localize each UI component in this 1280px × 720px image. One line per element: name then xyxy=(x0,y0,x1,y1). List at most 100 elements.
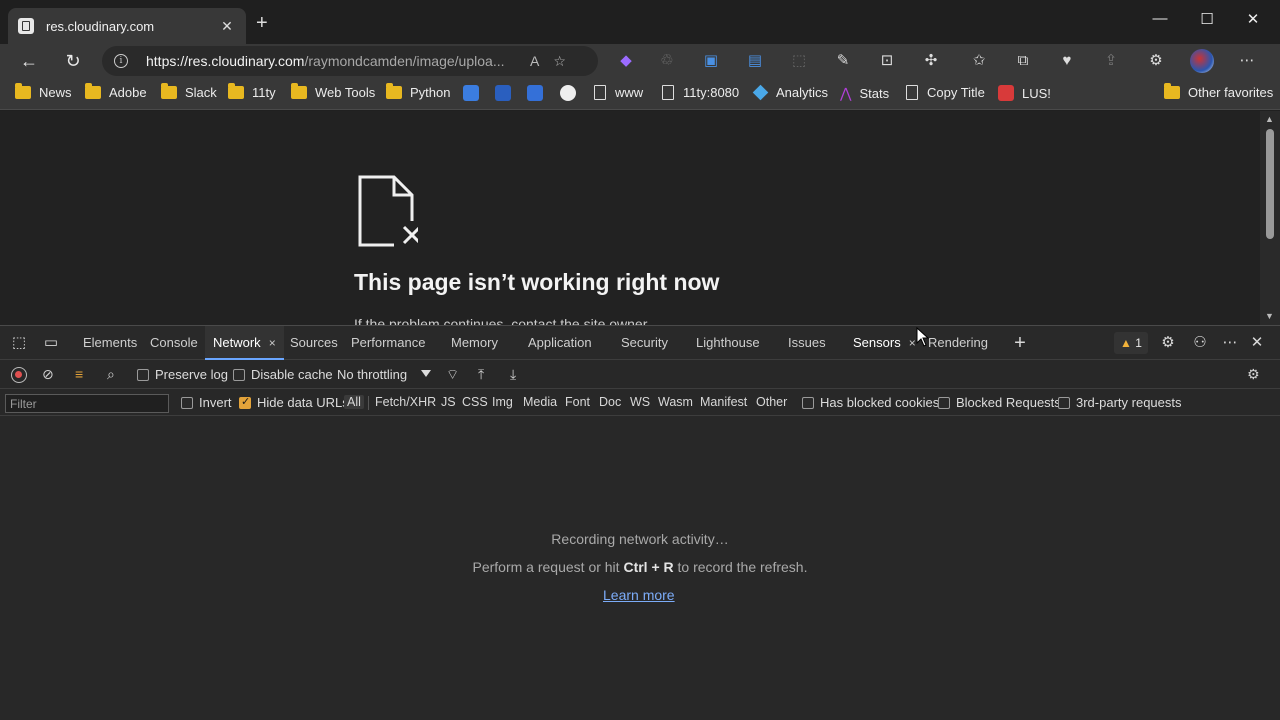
profile-avatar[interactable] xyxy=(1190,49,1214,73)
scroll-thumb[interactable] xyxy=(1266,129,1274,239)
checkbox-box[interactable] xyxy=(137,368,149,381)
search-icon[interactable]: ⌕ xyxy=(107,366,115,383)
filter-type-fetch-xhr[interactable]: Fetch/XHR xyxy=(375,395,436,409)
filter-input[interactable] xyxy=(5,394,169,413)
chevron-down-icon[interactable] xyxy=(421,370,431,377)
tab-application[interactable]: Application xyxy=(528,326,592,360)
checkbox-box[interactable] xyxy=(802,396,814,409)
issues-badge[interactable]: ▲ 1 xyxy=(1114,332,1148,354)
customize-icon[interactable]: ⚇ xyxy=(1190,334,1210,352)
filter-type-media[interactable]: Media xyxy=(523,395,557,409)
translate-icon[interactable]: ▣ xyxy=(700,50,722,72)
maximize-button[interactable]: ☐ xyxy=(1184,10,1230,28)
scroll-up-icon[interactable]: ▲ xyxy=(1265,114,1274,124)
has-blocked-cookies-checkbox[interactable]: Has blocked cookies xyxy=(802,395,939,410)
favorite-office-icon[interactable] xyxy=(495,85,519,101)
favorite-github-icon[interactable] xyxy=(560,85,584,101)
blocked-requests-checkbox[interactable]: Blocked Requests xyxy=(938,395,1061,410)
favorite-11ty[interactable]: 11ty xyxy=(228,83,276,100)
checkbox-box[interactable] xyxy=(239,395,251,409)
minimize-button[interactable]: — xyxy=(1137,10,1183,27)
tab-security[interactable]: Security xyxy=(621,326,668,360)
tab-console[interactable]: Console xyxy=(150,326,198,360)
tab-performance[interactable]: Performance xyxy=(351,326,425,360)
inspect-element-icon[interactable]: ⬚ xyxy=(9,334,29,352)
filter-type-manifest[interactable]: Manifest xyxy=(700,395,747,409)
tab-elements[interactable]: Elements xyxy=(83,326,137,360)
extension-icon[interactable]: ◆ xyxy=(615,50,637,72)
favorite-analytics[interactable]: Analytics xyxy=(752,84,828,101)
filter-toggle-icon[interactable]: ≡ xyxy=(75,366,83,382)
add-favorite-icon[interactable]: ☆ xyxy=(553,53,566,70)
network-settings-icon[interactable]: ⚙ xyxy=(1247,366,1260,383)
checkbox-box[interactable] xyxy=(938,396,950,409)
favorite-other[interactable]: Other favorites xyxy=(1164,83,1273,100)
throttling-select[interactable]: No throttling xyxy=(337,367,407,382)
tab-network-close-icon[interactable]: × xyxy=(269,336,276,350)
tab-lighthouse[interactable]: Lighthouse xyxy=(696,326,760,360)
favorite-calendar-icon[interactable] xyxy=(527,85,551,101)
favorites-icon[interactable]: ✩ xyxy=(968,50,990,72)
tab-sensors[interactable]: Sensors × xyxy=(853,326,916,360)
tab-memory[interactable]: Memory xyxy=(451,326,498,360)
screenshot-icon[interactable]: ⬚ xyxy=(788,50,810,72)
filter-type-css[interactable]: CSS xyxy=(462,395,488,409)
record-button[interactable] xyxy=(11,367,27,383)
import-har-icon[interactable]: ⤒ xyxy=(478,366,484,383)
filter-type-wasm[interactable]: Wasm xyxy=(658,395,693,409)
filter-type-other[interactable]: Other xyxy=(756,395,787,409)
learn-more-link[interactable]: Learn more xyxy=(603,587,675,603)
tab-sensors-close-icon[interactable]: × xyxy=(909,336,916,350)
invert-checkbox[interactable]: Invert xyxy=(181,395,232,410)
filter-type-ws[interactable]: WS xyxy=(630,395,650,409)
refresh-icon[interactable]: ↻ xyxy=(59,49,87,73)
recycle-icon[interactable]: ♲ xyxy=(656,50,678,72)
network-conditions-icon[interactable]: ⌔ xyxy=(446,366,459,384)
favorite-news[interactable]: News xyxy=(15,83,72,100)
share-icon[interactable]: ⇪ xyxy=(1100,50,1122,72)
more-tabs-add-icon[interactable]: + xyxy=(1010,333,1030,353)
favorite-stats[interactable]: ⋀ Stats xyxy=(840,85,889,102)
browser-tab[interactable]: res.cloudinary.com ✕ xyxy=(8,8,246,44)
site-info-icon[interactable]: i xyxy=(114,54,128,68)
filter-type-all[interactable]: All xyxy=(344,395,364,409)
devtools-icon[interactable]: ⚙ xyxy=(1145,50,1167,72)
performance-icon[interactable]: ♥ xyxy=(1056,50,1078,72)
close-window-button[interactable]: ✕ xyxy=(1230,10,1276,28)
filter-type-js[interactable]: JS xyxy=(441,395,456,409)
close-devtools-icon[interactable]: ✕ xyxy=(1247,334,1267,352)
tab-network[interactable]: Network × xyxy=(205,326,284,360)
favorite-lus[interactable]: LUS! xyxy=(998,85,1051,101)
filter-type-img[interactable]: Img xyxy=(492,395,513,409)
new-tab-button[interactable]: + xyxy=(256,13,268,33)
bing-icon[interactable]: ▤ xyxy=(744,50,766,72)
collections-icon[interactable]: ⧉ xyxy=(1012,50,1034,72)
filter-type-font[interactable]: Font xyxy=(565,395,590,409)
back-icon[interactable]: ← xyxy=(15,49,43,73)
read-aloud-icon[interactable]: A xyxy=(530,53,539,69)
reader-icon[interactable]: ⊡ xyxy=(876,50,898,72)
third-party-checkbox[interactable]: 3rd-party requests xyxy=(1058,395,1182,410)
tab-sources[interactable]: Sources xyxy=(290,326,338,360)
filter-type-doc[interactable]: Doc xyxy=(599,395,621,409)
favorite-copy-title[interactable]: Copy Title xyxy=(906,85,985,100)
preserve-log-checkbox[interactable]: Preserve log xyxy=(137,367,228,382)
favorite-adobe[interactable]: Adobe xyxy=(85,83,147,100)
favorite-python[interactable]: Python xyxy=(386,83,450,100)
more-menu-icon[interactable]: ⋯ xyxy=(1236,50,1258,72)
address-bar[interactable]: i https://res.cloudinary.com/raymondcamd… xyxy=(102,46,598,76)
url-text[interactable]: https://res.cloudinary.com/raymondcamden… xyxy=(146,53,516,69)
tab-close-button[interactable]: ✕ xyxy=(218,18,236,35)
devtools-settings-icon[interactable]: ⚙ xyxy=(1158,334,1178,352)
device-toolbar-icon[interactable]: ▭ xyxy=(41,334,61,352)
checkbox-box[interactable] xyxy=(233,368,245,381)
puzzle-icon[interactable]: ✣ xyxy=(920,50,942,72)
checkbox-box[interactable] xyxy=(181,396,193,409)
disable-cache-checkbox[interactable]: Disable cache xyxy=(233,367,333,382)
eyedropper-icon[interactable]: ✎ xyxy=(832,50,854,72)
checkbox-box[interactable] xyxy=(1058,396,1070,409)
devtools-more-icon[interactable]: ⋯ xyxy=(1220,334,1240,352)
scroll-down-icon[interactable]: ▼ xyxy=(1265,311,1274,321)
tab-rendering[interactable]: Rendering xyxy=(928,326,988,360)
favorite-slack[interactable]: Slack xyxy=(161,83,217,100)
